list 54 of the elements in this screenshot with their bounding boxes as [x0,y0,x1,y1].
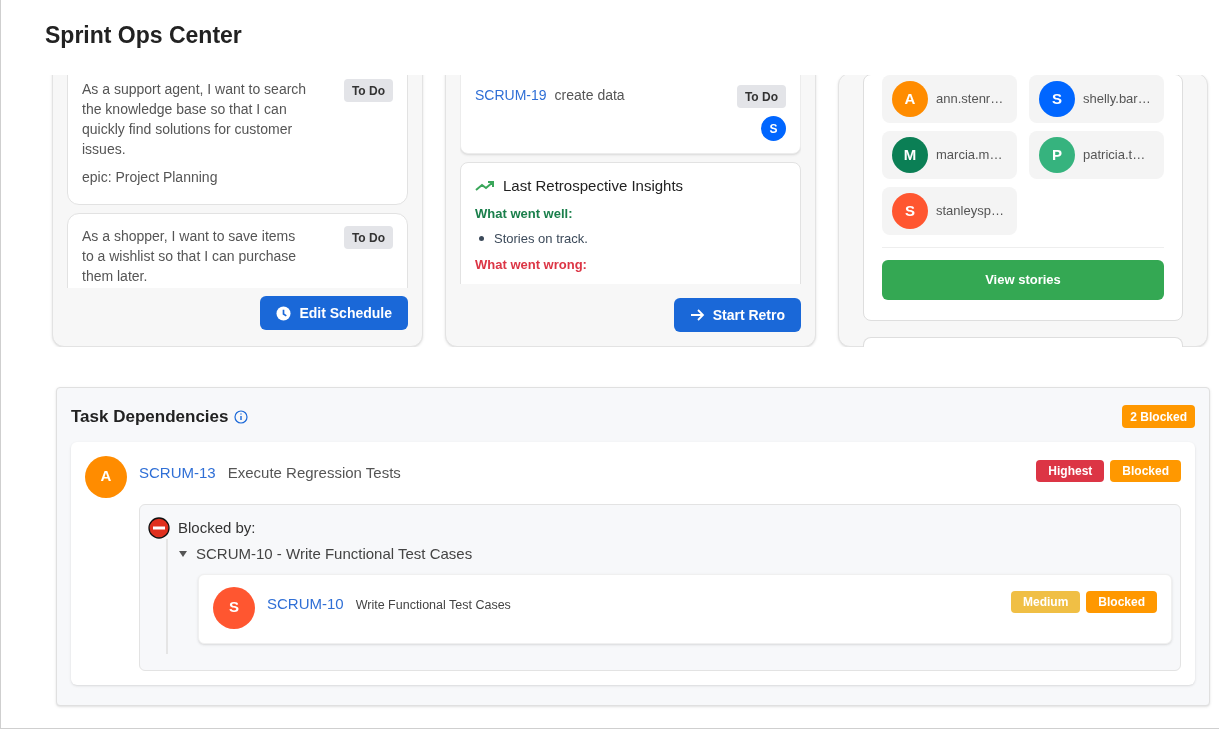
avatar: M [892,137,928,173]
section-title: Task Dependencies [71,406,229,428]
blocked-by-label: Blocked by: [178,517,256,538]
status-badge: To Do [736,85,786,108]
issue-title: create data [554,86,625,105]
count-badge: 2 Blocked [1122,405,1195,429]
member-name: shelly.bar… [1083,90,1151,109]
status-badge: Blocked [1086,590,1157,613]
avatar: S [892,193,928,229]
issue-link[interactable]: SCRUM-10 [267,592,344,615]
story-text: As a shopper, I want to save items to a wishlist so that I can purchase them later. [82,227,297,286]
issue-link[interactable]: SCRUM-13 [139,461,216,484]
member-name: stanleysp… [936,202,1004,221]
status-badge: To Do [343,79,393,102]
tree-toggle[interactable]: SCRUM-10 - Write Functional Test Cases [178,539,1172,566]
member-name: patricia.t… [1083,146,1146,165]
issue-card[interactable]: SCRUM-19 create data To Do S [460,75,801,154]
avatar: A [892,81,928,117]
no-entry-icon [148,516,170,539]
epic-label: epic: Project Planning [82,168,219,187]
section-heading: What went wrong: [475,255,588,274]
story-card[interactable]: As a support agent, I want to search the knowledge base so that I can quickly find solutions for customer issues. epic: Project Planning To Do [67,75,408,205]
info-icon [234,409,249,424]
clock-icon [276,305,292,321]
avatar: S [213,586,255,629]
status-badge: Highest [1036,459,1105,482]
status-badge: To Do [343,226,393,249]
member-chip[interactable]: A ann.stenr… [882,75,1017,123]
issue-link[interactable]: SCRUM-19 [475,85,547,106]
start-retro-button[interactable]: Start Retro [673,298,801,332]
avatar: A [85,455,127,498]
arrow-right-icon [689,308,705,322]
member-name: marcia.m… [936,146,1003,165]
avatar: S [1039,81,1075,117]
story-card[interactable]: As a shopper, I want to save items to a wishlist so that I can purchase them later. To Do [67,213,408,288]
issue-title: Write Functional Test Cases [355,596,511,614]
member-chip[interactable]: S stanleysp… [882,187,1017,235]
issue-title: Execute Regression Tests [227,462,401,483]
avatar: P [1039,137,1075,173]
trending-up-icon [475,180,495,193]
bullet-icon [479,236,484,242]
avatar: S [761,116,786,141]
page-title: Sprint Ops Center [45,21,242,51]
retro-title: Last Retrospective Insights [503,176,684,196]
edit-schedule-button[interactable]: Edit Schedule [260,296,408,330]
member-name: ann.stenr… [936,90,1004,109]
status-badge: Medium [1010,590,1081,613]
member-chip[interactable]: M marcia.m… [882,131,1017,179]
insight-text: Stories on track. [494,230,588,248]
story-text: As a support agent, I want to search the knowledge base so that I can quickly find solutions for customer issues. [82,80,308,159]
member-chip[interactable]: P patricia.t… [1029,131,1164,179]
section-heading: What went well: [475,204,574,223]
member-chip[interactable]: S shelly.bar… [1029,75,1164,123]
status-badge: Blocked [1110,459,1181,482]
